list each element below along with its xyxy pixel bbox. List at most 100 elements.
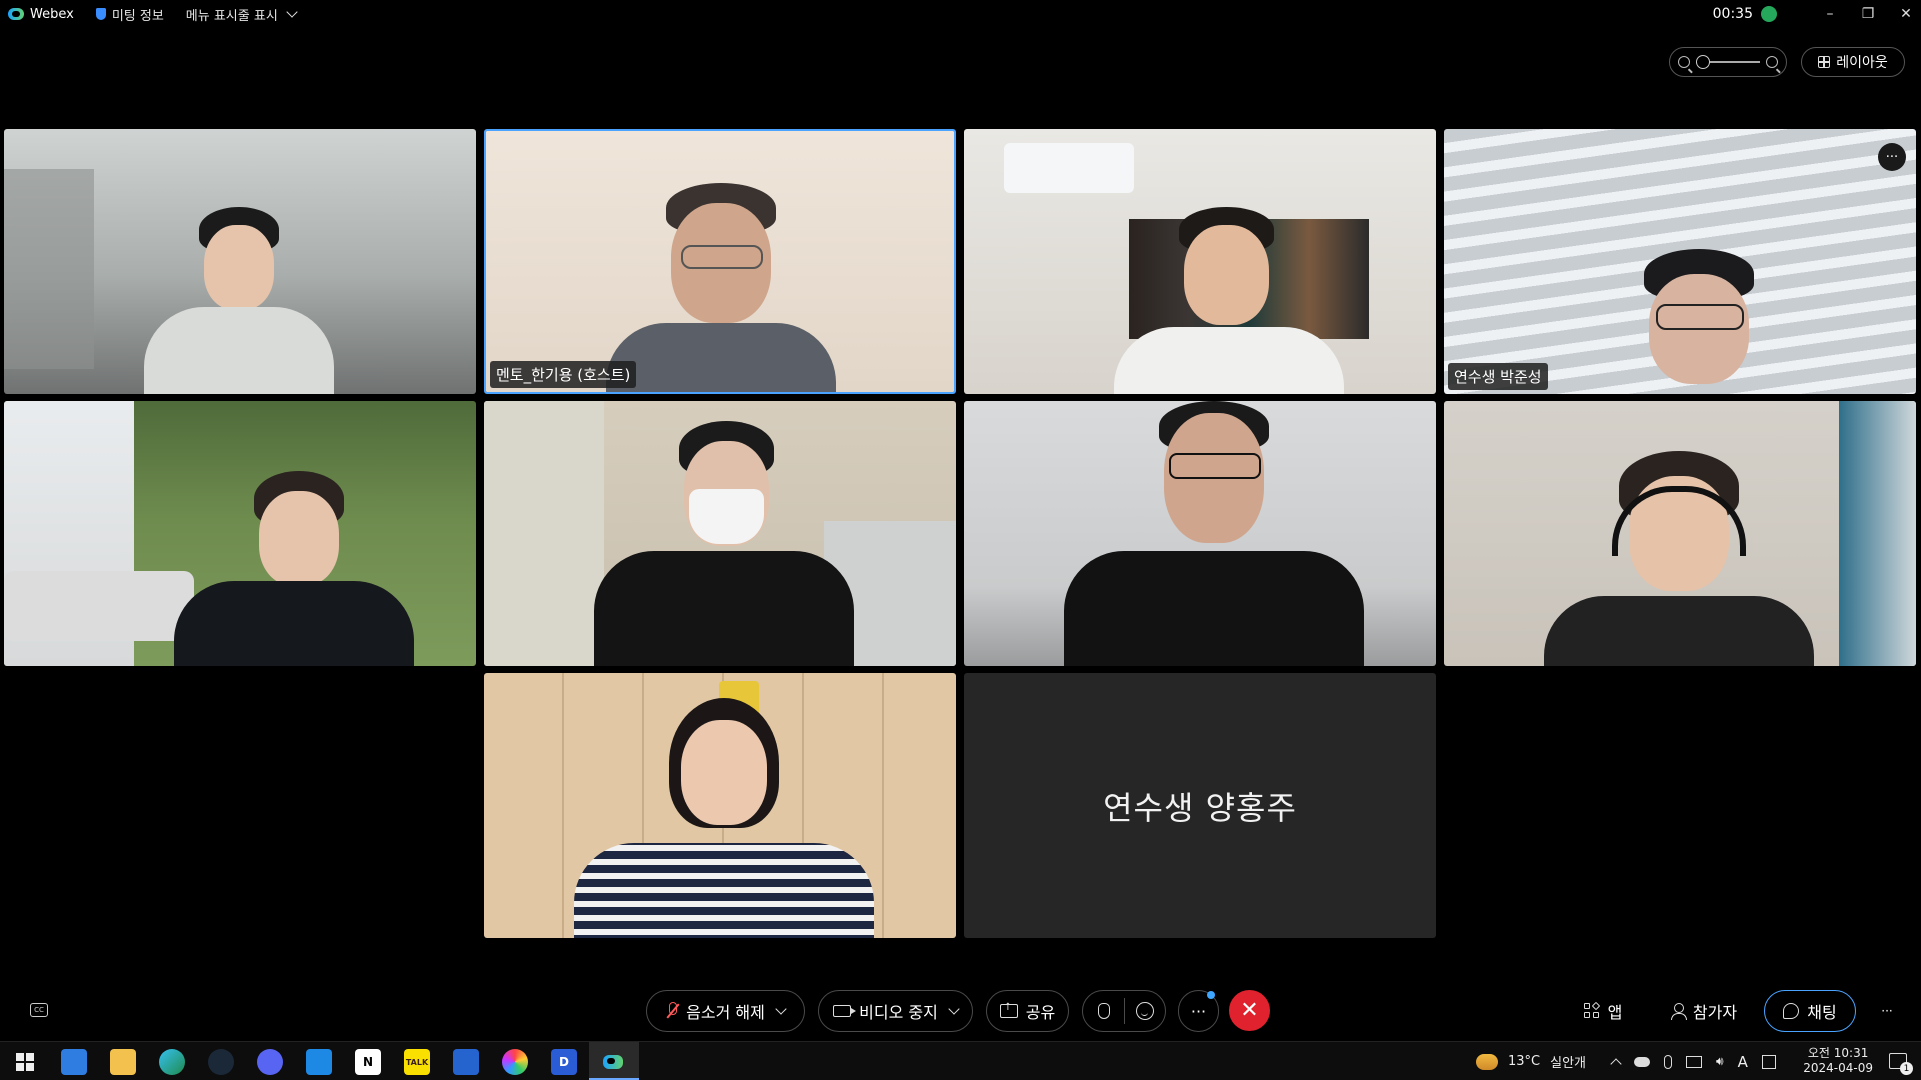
apps-button[interactable]: 앱 <box>1570 990 1636 1032</box>
webex-taskbar-icon[interactable] <box>600 1049 626 1075</box>
layout-button[interactable]: 레이아웃 <box>1801 47 1905 77</box>
meeting-controls: CC 음소거 해제 비디오 중지 공유 ··· ✕ <box>0 985 1921 1037</box>
background-wall <box>4 169 94 369</box>
zoom-slider[interactable] <box>1696 55 1760 69</box>
chevron-up-icon[interactable] <box>1610 1057 1622 1070</box>
participant-name-label: 연수생 박준성 <box>1448 363 1548 390</box>
notification-center-icon[interactable]: 1 <box>1889 1053 1913 1075</box>
leave-meeting-button[interactable]: ✕ <box>1229 990 1270 1031</box>
stop-video-button[interactable]: 비디오 중지 <box>818 990 973 1032</box>
participant-shirt <box>606 323 836 392</box>
vscode-icon[interactable] <box>306 1049 332 1075</box>
title-bar-right: 00:35 – ❐ ✕ <box>1713 0 1921 28</box>
close-icon: ✕ <box>1240 998 1259 1023</box>
chevron-down-icon[interactable] <box>775 1003 787 1015</box>
meeting-info-label: 미팅 정보 <box>111 8 164 24</box>
participant-video <box>594 421 854 666</box>
steam-icon[interactable] <box>208 1049 234 1075</box>
apps-label: 앱 <box>1607 1003 1623 1022</box>
reactions-button[interactable] <box>1125 1002 1165 1020</box>
tile-more-button[interactable]: ··· <box>1878 143 1906 171</box>
video-tile-8[interactable] <box>1444 401 1916 666</box>
notification-count: 1 <box>1900 1062 1913 1075</box>
participants-button[interactable]: 참가자 <box>1660 990 1748 1032</box>
video-tile-3[interactable] <box>964 129 1436 394</box>
user-avatar[interactable] <box>1761 6 1777 22</box>
video-tile-1[interactable] <box>4 129 476 394</box>
zoom-control[interactable] <box>1669 47 1787 77</box>
grid-layout-icon <box>1818 56 1831 68</box>
participants-label: 참가자 <box>1692 1003 1738 1022</box>
window-curtain <box>1839 401 1916 666</box>
raise-hand-button[interactable] <box>1084 1003 1124 1019</box>
overflow-menu-button[interactable]: ··· <box>1872 990 1902 1032</box>
apps-icon-square <box>1591 1001 1600 1011</box>
zoom-slider-handle[interactable] <box>1696 55 1710 69</box>
file-explorer-icon[interactable] <box>110 1049 136 1075</box>
zoom-in-icon[interactable] <box>1766 56 1778 68</box>
video-tile-7[interactable] <box>964 401 1436 666</box>
kakaotalk-icon[interactable]: TALK <box>404 1049 430 1075</box>
dropbox-d-icon[interactable]: D <box>551 1049 577 1075</box>
video-tile-6[interactable] <box>484 401 956 666</box>
chat-button[interactable]: 채팅 <box>1764 990 1856 1032</box>
close-button[interactable]: ✕ <box>1891 0 1921 28</box>
participant-face <box>259 491 339 586</box>
participant-shirt <box>1064 551 1364 666</box>
network-icon[interactable] <box>1686 1055 1702 1068</box>
apps-icon-square <box>1583 1012 1590 1018</box>
edge-browser-icon[interactable] <box>159 1049 185 1075</box>
discord-icon[interactable] <box>257 1049 283 1075</box>
layout-label: 레이아웃 <box>1836 55 1888 71</box>
chevron-down-icon <box>286 6 298 18</box>
participant-video <box>1544 451 1814 666</box>
chat-label: 채팅 <box>1807 1003 1837 1022</box>
weather-widget[interactable]: 13°C 실안개 <box>1476 1042 1586 1080</box>
speaker-icon[interactable]: 🔊︎ <box>1716 1054 1724 1069</box>
app-name: Webex <box>30 6 74 22</box>
participant-video <box>1114 207 1344 394</box>
weather-desc: 실안개 <box>1550 1056 1587 1071</box>
show-menu-bar-button[interactable]: 메뉴 표시줄 표시 <box>186 5 298 24</box>
ime-indicator[interactable]: A <box>1738 1053 1748 1071</box>
participant-shirt <box>594 551 854 666</box>
participant-video <box>1064 401 1364 666</box>
participant-shirt <box>574 843 874 938</box>
participant-shirt <box>1544 596 1814 666</box>
unmute-button[interactable]: 음소거 해제 <box>646 990 805 1032</box>
video-tile-9[interactable] <box>484 673 956 938</box>
stop-video-label: 비디오 중지 <box>859 1003 938 1022</box>
meeting-info-button[interactable]: 미팅 정보 <box>95 5 164 24</box>
share-button[interactable]: 공유 <box>986 990 1069 1032</box>
participant-video <box>134 207 334 394</box>
notion-icon[interactable]: N <box>355 1049 381 1075</box>
minimize-button[interactable]: – <box>1815 0 1845 28</box>
video-tile-host[interactable]: 멘토_한기용 (호스트) <box>484 129 956 394</box>
background-wall <box>484 401 604 666</box>
participant-shirt <box>144 307 334 394</box>
microphone-icon[interactable] <box>1664 1054 1672 1069</box>
unmute-label: 음소거 해제 <box>686 1003 765 1022</box>
video-tile-4[interactable]: ··· 연수생 박준성 <box>1444 129 1916 394</box>
video-tile-no-camera[interactable]: 연수생 양홍주 <box>964 673 1436 938</box>
cloud-icon[interactable] <box>1634 1056 1650 1067</box>
overflow-icon: ··· <box>1881 1004 1893 1018</box>
closed-captions-icon[interactable]: CC <box>30 1003 48 1017</box>
webex-logo-icon <box>603 1055 623 1069</box>
mail-icon[interactable] <box>61 1049 87 1075</box>
app-title: Webex <box>8 7 74 22</box>
zoom-out-icon[interactable] <box>1678 56 1690 68</box>
chevron-down-icon[interactable] <box>948 1003 960 1015</box>
windows-start-icon[interactable] <box>12 1049 38 1075</box>
restore-button[interactable]: ❐ <box>1853 0 1883 28</box>
chat-icon <box>1783 1003 1800 1019</box>
taskbar-clock[interactable]: 오전 10:31 2024-04-09 <box>1803 1046 1873 1076</box>
face-mask <box>689 489 764 544</box>
glasses-icon <box>681 245 763 269</box>
apps-icon <box>1583 1001 1600 1019</box>
video-tile-5[interactable] <box>4 401 476 666</box>
keyboard-layout-icon[interactable] <box>1761 1054 1776 1069</box>
participant-video <box>1584 249 1814 394</box>
todo-icon[interactable] <box>453 1049 479 1075</box>
color-app-icon[interactable] <box>502 1049 528 1075</box>
